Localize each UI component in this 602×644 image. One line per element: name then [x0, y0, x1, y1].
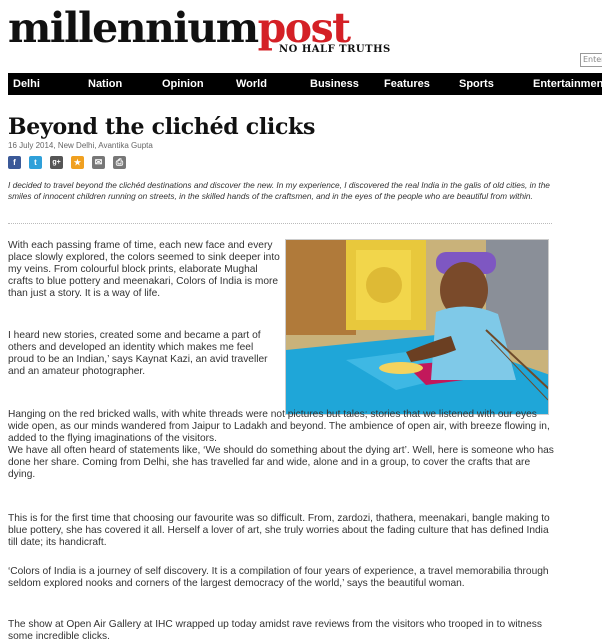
nav-item-nation[interactable]: Nation [88, 73, 122, 95]
article-paragraph: Hanging on the red bricked walls, with w… [8, 409, 554, 480]
facebook-icon[interactable]: f [8, 156, 21, 169]
article-photo [285, 239, 549, 415]
article-paragraph: The show at Open Air Gallery at IHC wrap… [8, 619, 542, 642]
logo-text-millennium: millennium [8, 4, 259, 52]
article-byline: 16 July 2014, New Delhi, Avantika Gupta [8, 141, 153, 150]
nav-item-sports[interactable]: Sports [459, 73, 494, 95]
nav-item-delhi[interactable]: Delhi [13, 73, 40, 95]
star-icon[interactable]: ★ [71, 156, 84, 169]
site-tagline: NO HALF TRUTHS [279, 44, 391, 55]
article-paragraph: With each passing frame of time, each ne… [8, 240, 280, 299]
article-title: Beyond the clichéd clicks [8, 114, 316, 140]
nav-item-opinion[interactable]: Opinion [162, 73, 204, 95]
article-photo-illustration [286, 240, 548, 414]
print-icon[interactable]: ⎙ [113, 156, 126, 169]
article-paragraph: I heard new stories, created some and be… [8, 330, 268, 377]
nav-item-features[interactable]: Features [384, 73, 430, 95]
masthead: millenniumpost NO HALF TRUTHS Enter [0, 0, 602, 70]
nav-item-business[interactable]: Business [310, 73, 359, 95]
article-intro: I decided to travel beyond the clichéd d… [8, 180, 550, 201]
article-paragraph: ‘Colors of India is a journey of self di… [8, 566, 549, 589]
search-input[interactable]: Enter [580, 53, 602, 67]
google-plus-icon[interactable]: g+ [50, 156, 63, 169]
nav-item-entertainment[interactable]: Entertainment [533, 73, 602, 95]
twitter-icon[interactable]: t [29, 156, 42, 169]
email-icon[interactable]: ✉ [92, 156, 105, 169]
divider [8, 223, 552, 224]
article-paragraph: This is for the first time that choosing… [8, 513, 550, 548]
nav-item-world[interactable]: World [236, 73, 267, 95]
main-nav: Delhi Nation Opinion World Business Feat… [8, 73, 602, 95]
share-bar: f t g+ ★ ✉ ⎙ [8, 156, 126, 169]
